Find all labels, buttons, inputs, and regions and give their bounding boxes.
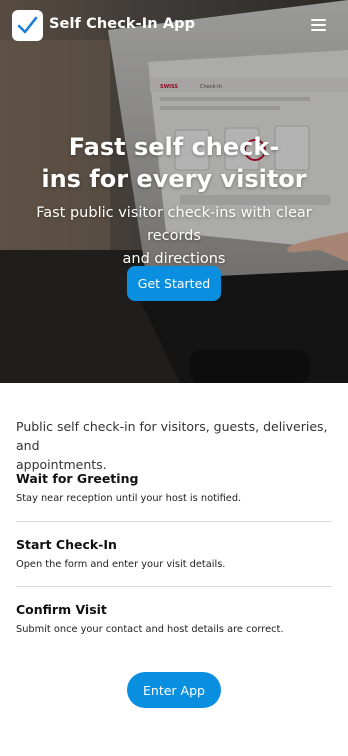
get-started-button[interactable]: Get Started [127,266,221,301]
step-start-check-in: Start Check-In Open the form and enter y… [16,537,332,570]
intro-text-line-2: appointments. [16,457,107,472]
step-divider [16,586,332,587]
app-logo[interactable] [12,10,43,41]
step-description: Stay near reception until your host is n… [16,493,242,504]
hero-subtitle: Fast public visitor check-ins with clear… [8,202,340,271]
checkmark-icon [17,16,38,34]
hero-heading-line-2: ins for every visitor [41,165,307,193]
app-title[interactable]: Self Check-In App [49,16,195,32]
step-wait-for-greeting: Wait for Greeting Stay near reception un… [16,471,332,504]
step-title: Wait for Greeting [16,471,139,486]
enter-app-button[interactable]: Enter App [127,672,221,708]
step-description: Open the form and enter your visit detai… [16,559,226,570]
hero-section: SWISS Check-In Self Check-In App Fast se… [0,0,348,383]
step-description: Submit once your contact and host detail… [16,624,284,635]
hero-heading-line-1: Fast self check- [68,133,280,161]
hero-subtitle-line-1: Fast public visitor check-ins with clear… [36,205,312,244]
intro-text-line-1: Public self check-in for visitors, guest… [16,419,328,453]
step-title: Confirm Visit [16,602,107,617]
top-navbar: Self Check-In App [0,0,348,52]
step-title: Start Check-In [16,537,117,552]
step-divider [16,521,332,522]
intro-text: Public self check-in for visitors, guest… [16,417,334,474]
step-confirm-visit: Confirm Visit Submit once your contact a… [16,602,332,635]
hero-heading: Fast self check- ins for every visitor [40,131,308,195]
hamburger-menu-icon[interactable] [306,14,332,36]
hero-subtitle-line-2: and directions [122,251,226,267]
